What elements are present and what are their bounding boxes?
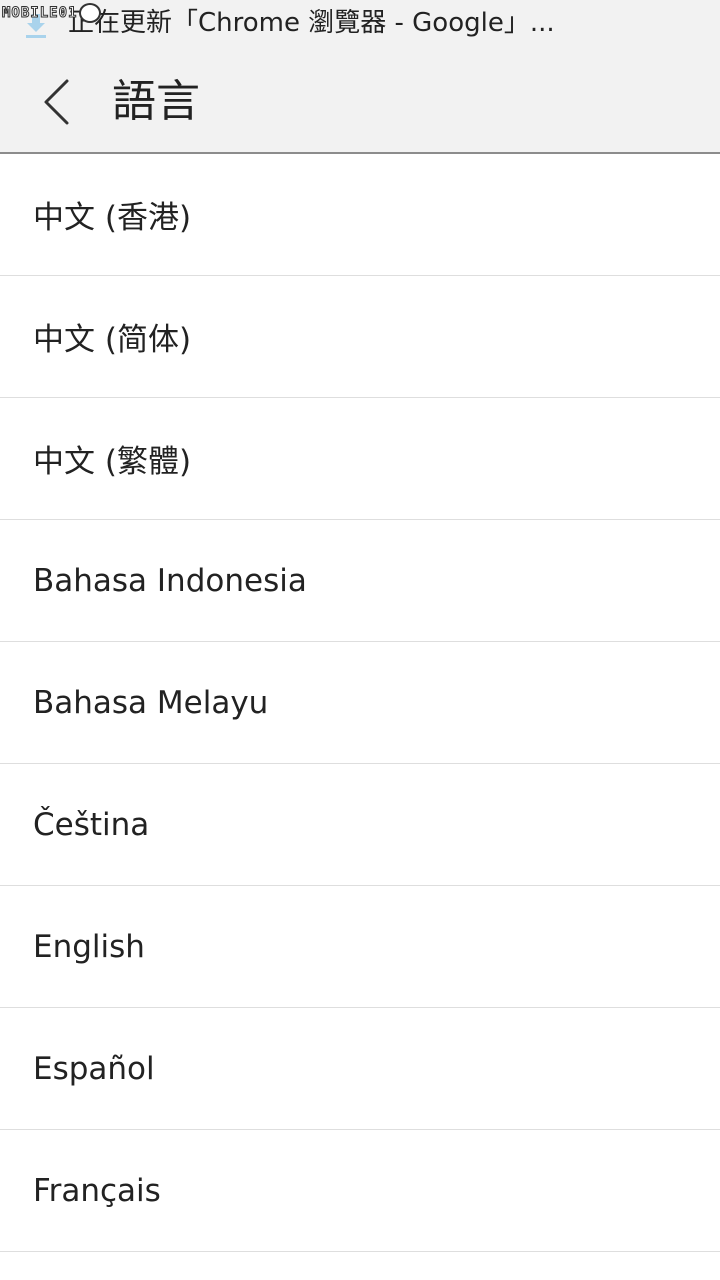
language-label: 中文 (简体) xyxy=(33,322,192,358)
language-item-fr[interactable]: Français xyxy=(0,1130,720,1252)
language-label: 中文 (繁體) xyxy=(33,444,192,480)
language-label: Bahasa Melayu xyxy=(33,684,269,721)
language-item-cs[interactable]: Čeština xyxy=(0,764,720,886)
app-toolbar: 語言 xyxy=(0,48,720,154)
language-item-zh-tw[interactable]: 中文 (繁體) xyxy=(0,398,720,520)
watermark-text: MOBILE01 xyxy=(1,5,78,22)
language-item-zh-cn[interactable]: 中文 (简体) xyxy=(0,276,720,398)
language-item-id[interactable]: Bahasa Indonesia xyxy=(0,520,720,642)
language-label: Español xyxy=(33,1050,155,1087)
language-item-zh-hk[interactable]: 中文 (香港) xyxy=(0,154,720,276)
language-list: 中文 (香港) 中文 (简体) 中文 (繁體) Bahasa Indonesia… xyxy=(0,154,720,1252)
watermark-face-icon xyxy=(79,3,102,23)
language-label: Čeština xyxy=(33,806,150,843)
language-item-ms[interactable]: Bahasa Melayu xyxy=(0,642,720,764)
language-item-en[interactable]: English xyxy=(0,886,720,1008)
page-title: 語言 xyxy=(112,76,200,127)
language-label: 中文 (香港) xyxy=(33,200,192,236)
notification-text: 正在更新「Chrome 瀏覽器 - Google」... xyxy=(68,8,555,38)
language-label: Bahasa Indonesia xyxy=(33,562,307,599)
status-bar: MOBILE01 正在更新「Chrome 瀏覽器 - Google」... xyxy=(0,0,720,48)
watermark-logo: MOBILE01 xyxy=(1,2,102,24)
back-button[interactable] xyxy=(26,72,86,132)
language-label: English xyxy=(33,928,145,965)
language-item-es[interactable]: Español xyxy=(0,1008,720,1130)
chevron-left-icon xyxy=(44,79,69,125)
language-label: Français xyxy=(33,1172,161,1209)
